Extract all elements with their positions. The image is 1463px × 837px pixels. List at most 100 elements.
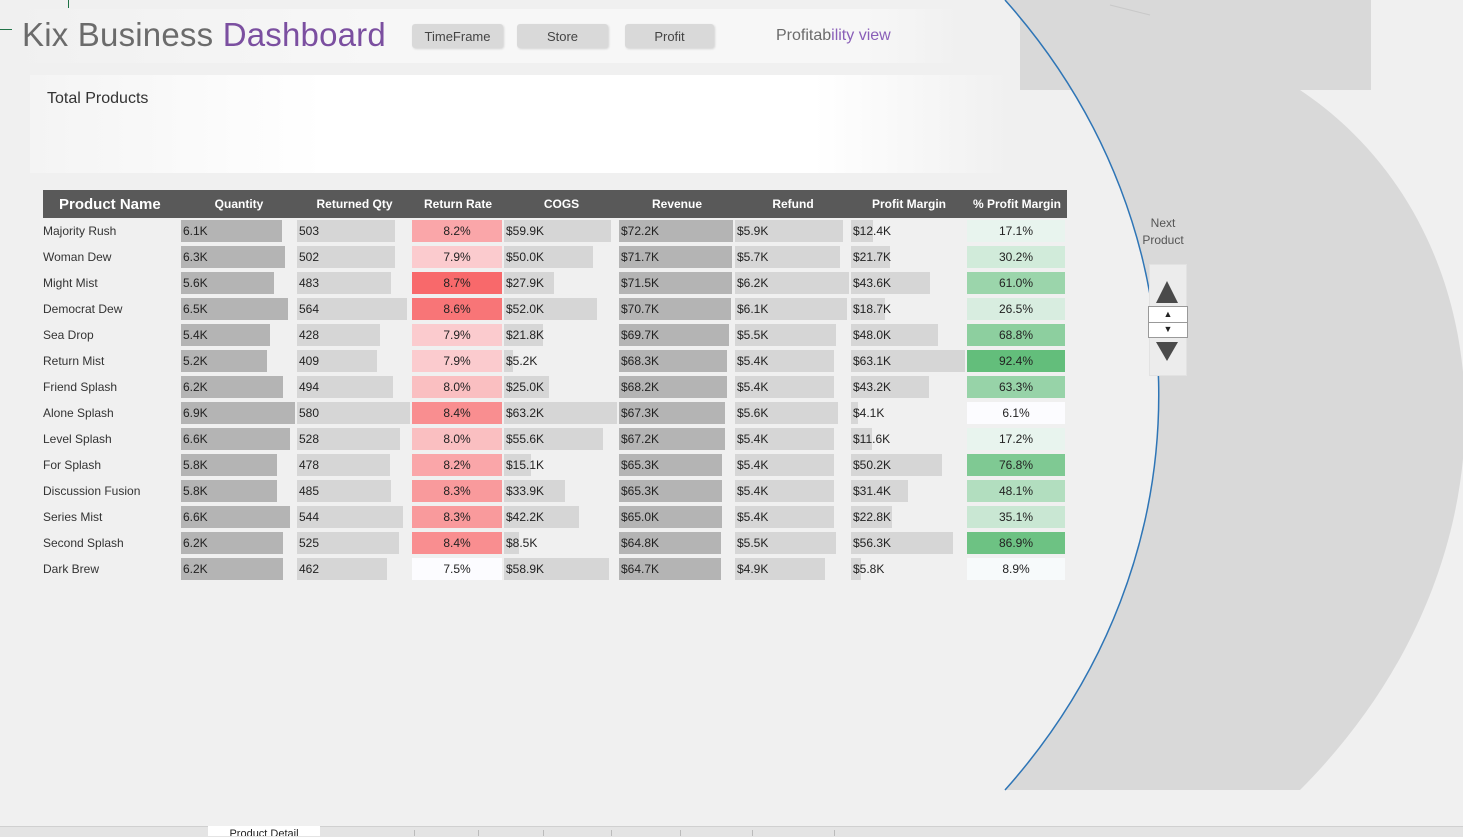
pct-profit-margin-cell[interactable]: 35.1%: [967, 504, 1067, 530]
quantity-cell[interactable]: 5.8K: [181, 478, 297, 504]
header-return-rate[interactable]: Return Rate: [412, 190, 504, 218]
returned-qty-cell[interactable]: 564: [297, 296, 412, 322]
revenue-cell[interactable]: $65.3K: [619, 452, 735, 478]
quantity-cell[interactable]: 6.9K: [181, 400, 297, 426]
triangle-up-icon[interactable]: [1156, 281, 1178, 303]
pct-profit-margin-cell[interactable]: 30.2%: [967, 244, 1067, 270]
product-name-cell[interactable]: Level Splash: [43, 426, 181, 452]
returned-qty-cell[interactable]: 428: [297, 322, 412, 348]
revenue-cell[interactable]: $64.7K: [619, 556, 735, 582]
triangle-down-icon[interactable]: [1156, 342, 1178, 361]
cogs-cell[interactable]: $27.9K: [504, 270, 619, 296]
cogs-cell[interactable]: $58.9K: [504, 556, 619, 582]
spin-up-button[interactable]: ▲: [1149, 307, 1187, 323]
returned-qty-cell[interactable]: 494: [297, 374, 412, 400]
cogs-cell[interactable]: $52.0K: [504, 296, 619, 322]
revenue-cell[interactable]: $71.7K: [619, 244, 735, 270]
refund-cell[interactable]: $5.5K: [735, 530, 851, 556]
return-rate-cell[interactable]: 8.2%: [412, 218, 504, 244]
product-name-cell[interactable]: For Splash: [43, 452, 181, 478]
pct-profit-margin-cell[interactable]: 76.8%: [967, 452, 1067, 478]
product-name-cell[interactable]: Alone Splash: [43, 400, 181, 426]
returned-qty-cell[interactable]: 502: [297, 244, 412, 270]
returned-qty-cell[interactable]: 462: [297, 556, 412, 582]
profit-margin-cell[interactable]: $11.6K: [851, 426, 967, 452]
return-rate-cell[interactable]: 7.9%: [412, 244, 504, 270]
return-rate-cell[interactable]: 8.3%: [412, 478, 504, 504]
header-product-name[interactable]: Product Name: [43, 190, 181, 218]
sheet-tab-product-detail[interactable]: Product Detail: [208, 826, 320, 836]
returned-qty-cell[interactable]: 580: [297, 400, 412, 426]
returned-qty-cell[interactable]: 503: [297, 218, 412, 244]
pct-profit-margin-cell[interactable]: 26.5%: [967, 296, 1067, 322]
refund-cell[interactable]: $5.4K: [735, 374, 851, 400]
profit-margin-cell[interactable]: $12.4K: [851, 218, 967, 244]
header-refund[interactable]: Refund: [735, 190, 851, 218]
refund-cell[interactable]: $6.2K: [735, 270, 851, 296]
profit-margin-cell[interactable]: $63.1K: [851, 348, 967, 374]
revenue-cell[interactable]: $67.3K: [619, 400, 735, 426]
revenue-cell[interactable]: $69.7K: [619, 322, 735, 348]
revenue-cell[interactable]: $64.8K: [619, 530, 735, 556]
quantity-cell[interactable]: 6.5K: [181, 296, 297, 322]
return-rate-cell[interactable]: 7.5%: [412, 556, 504, 582]
pct-profit-margin-cell[interactable]: 61.0%: [967, 270, 1067, 296]
quantity-cell[interactable]: 5.6K: [181, 270, 297, 296]
revenue-cell[interactable]: $68.3K: [619, 348, 735, 374]
pct-profit-margin-cell[interactable]: 6.1%: [967, 400, 1067, 426]
return-rate-cell[interactable]: 8.7%: [412, 270, 504, 296]
quantity-cell[interactable]: 5.4K: [181, 322, 297, 348]
cogs-cell[interactable]: $50.0K: [504, 244, 619, 270]
revenue-cell[interactable]: $68.2K: [619, 374, 735, 400]
refund-cell[interactable]: $5.4K: [735, 426, 851, 452]
revenue-cell[interactable]: $72.2K: [619, 218, 735, 244]
return-rate-cell[interactable]: 8.4%: [412, 400, 504, 426]
cogs-cell[interactable]: $25.0K: [504, 374, 619, 400]
returned-qty-cell[interactable]: 485: [297, 478, 412, 504]
cogs-cell[interactable]: $59.9K: [504, 218, 619, 244]
revenue-cell[interactable]: $65.0K: [619, 504, 735, 530]
refund-cell[interactable]: $5.7K: [735, 244, 851, 270]
quantity-cell[interactable]: 6.2K: [181, 374, 297, 400]
cogs-cell[interactable]: $21.8K: [504, 322, 619, 348]
pct-profit-margin-cell[interactable]: 92.4%: [967, 348, 1067, 374]
pct-profit-margin-cell[interactable]: 86.9%: [967, 530, 1067, 556]
returned-qty-cell[interactable]: 483: [297, 270, 412, 296]
profit-margin-cell[interactable]: $4.1K: [851, 400, 967, 426]
return-rate-cell[interactable]: 8.6%: [412, 296, 504, 322]
profit-margin-cell[interactable]: $5.8K: [851, 556, 967, 582]
return-rate-cell[interactable]: 8.3%: [412, 504, 504, 530]
product-name-cell[interactable]: Friend Splash: [43, 374, 181, 400]
refund-cell[interactable]: $5.4K: [735, 504, 851, 530]
cogs-cell[interactable]: $5.2K: [504, 348, 619, 374]
quantity-cell[interactable]: 6.6K: [181, 426, 297, 452]
product-name-cell[interactable]: Democrat Dew: [43, 296, 181, 322]
product-name-cell[interactable]: Sea Drop: [43, 322, 181, 348]
profit-margin-cell[interactable]: $21.7K: [851, 244, 967, 270]
refund-cell[interactable]: $5.4K: [735, 452, 851, 478]
return-rate-cell[interactable]: 8.4%: [412, 530, 504, 556]
pct-profit-margin-cell[interactable]: 8.9%: [967, 556, 1067, 582]
quantity-cell[interactable]: 6.6K: [181, 504, 297, 530]
product-name-cell[interactable]: Discussion Fusion: [43, 478, 181, 504]
cogs-cell[interactable]: $55.6K: [504, 426, 619, 452]
profit-button[interactable]: Profit: [625, 24, 714, 48]
return-rate-cell[interactable]: 7.9%: [412, 322, 504, 348]
pct-profit-margin-cell[interactable]: 68.8%: [967, 322, 1067, 348]
refund-cell[interactable]: $5.6K: [735, 400, 851, 426]
header-returned-qty[interactable]: Returned Qty: [297, 190, 412, 218]
cogs-cell[interactable]: $15.1K: [504, 452, 619, 478]
revenue-cell[interactable]: $67.2K: [619, 426, 735, 452]
product-name-cell[interactable]: Dark Brew: [43, 556, 181, 582]
quantity-cell[interactable]: 6.1K: [181, 218, 297, 244]
refund-cell[interactable]: $6.1K: [735, 296, 851, 322]
product-name-cell[interactable]: Second Splash: [43, 530, 181, 556]
revenue-cell[interactable]: $70.7K: [619, 296, 735, 322]
returned-qty-cell[interactable]: 525: [297, 530, 412, 556]
header-pct-profit-margin[interactable]: % Profit Margin: [967, 190, 1067, 218]
cogs-cell[interactable]: $42.2K: [504, 504, 619, 530]
refund-cell[interactable]: $4.9K: [735, 556, 851, 582]
profit-margin-cell[interactable]: $18.7K: [851, 296, 967, 322]
return-rate-cell[interactable]: 8.2%: [412, 452, 504, 478]
product-name-cell[interactable]: Series Mist: [43, 504, 181, 530]
